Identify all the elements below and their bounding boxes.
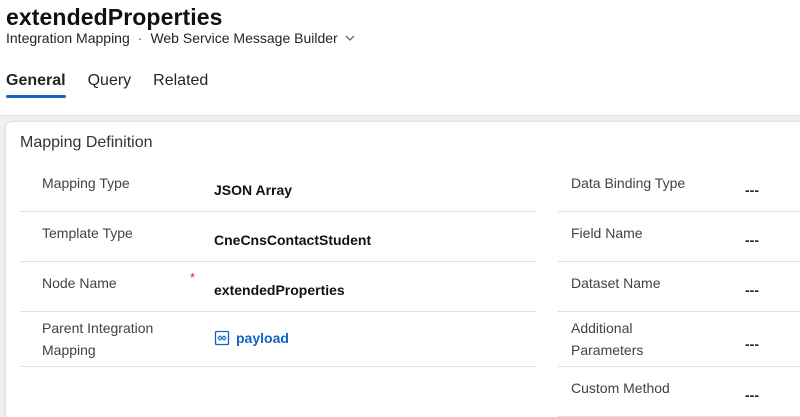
field-value: --- [745,336,759,352]
lookup-value[interactable]: payload [236,330,289,346]
field-value: --- [745,232,759,248]
field-row-data-binding-type[interactable]: Data Binding Type --- [558,162,800,212]
field-row-template-type[interactable]: Template Type CneCnsContactStudent [20,212,536,262]
tab-related[interactable]: Related [153,72,208,98]
section-title: Mapping Definition [20,134,153,151]
field-row-field-name[interactable]: Field Name --- [558,212,800,262]
field-label: Dataset Name [571,275,661,291]
field-label: Template Type [42,225,133,241]
tab-bar: General Query Related [6,72,230,98]
field-label: Additional Parameters [571,320,644,358]
tab-general[interactable]: General [6,72,66,98]
subtitle-separator: · [137,30,143,46]
field-row-mapping-type[interactable]: Mapping Type JSON Array [20,162,536,212]
entity-record-icon [214,330,230,346]
field-label: Custom Method [571,380,670,396]
required-indicator: * [190,270,196,285]
field-value: JSON Array [214,182,293,198]
tab-query[interactable]: Query [88,72,132,98]
field-label: Field Name [571,225,643,241]
record-title: extendedProperties [6,4,223,30]
record-subtitle: Integration Mapping · Web Service Messag… [6,30,356,46]
field-row-parent-integration-mapping[interactable]: Parent Integration Mapping payload [20,312,536,367]
field-value: extendedProperties [214,282,345,298]
field-value: CneCnsContactStudent [214,232,372,248]
section-card: Mapping Definition Mapping Type JSON Arr… [6,122,800,417]
field-row-custom-method[interactable]: Custom Method --- [558,367,800,417]
form-name[interactable]: Web Service Message Builder [150,30,337,46]
field-value: --- [745,282,759,298]
entity-name: Integration Mapping [6,30,130,46]
field-row-dataset-name[interactable]: Dataset Name --- [558,262,800,312]
field-value: --- [745,387,759,403]
field-row-additional-parameters[interactable]: Additional Parameters --- [558,312,800,367]
field-value: --- [745,182,759,198]
form-selector[interactable]: Web Service Message Builder [150,30,355,46]
form-body: Mapping Definition Mapping Type JSON Arr… [0,115,800,417]
chevron-down-icon[interactable] [344,32,356,44]
field-label: Node Name [42,275,117,291]
parent-mapping-lookup-link[interactable]: payload [214,330,289,346]
field-row-node-name[interactable]: Node Name * extendedProperties [20,262,536,312]
field-label: Data Binding Type [571,175,686,191]
field-label: Mapping Type [42,175,130,191]
field-label: Parent Integration Mapping [42,320,154,358]
record-header: extendedProperties Integration Mapping ·… [0,0,800,120]
